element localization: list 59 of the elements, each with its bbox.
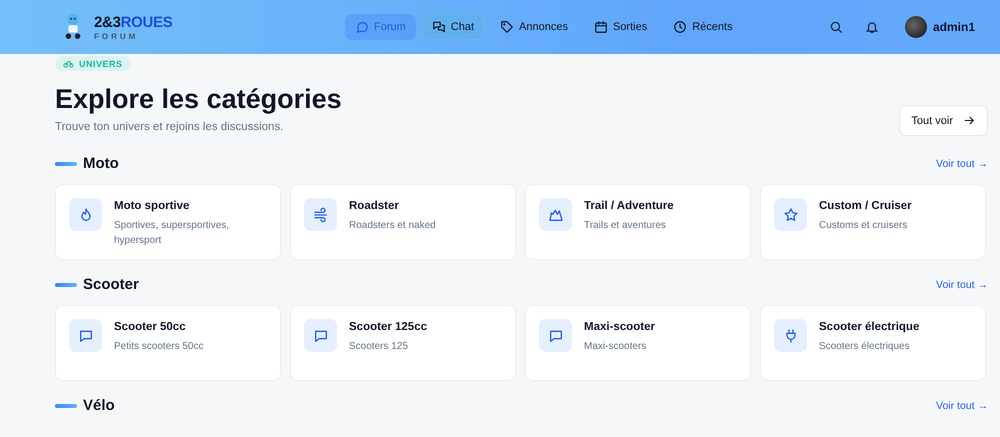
section-accent-bar (55, 282, 77, 286)
nav-tab[interactable]: Récents (663, 14, 743, 40)
category-description: Roadsters et naked (349, 219, 436, 233)
chat-bubble-icon (355, 20, 369, 34)
search-icon[interactable] (828, 20, 843, 34)
see-all-button[interactable]: Tout voir (899, 105, 988, 136)
category-card[interactable]: Roadster Roadsters et naked (290, 184, 516, 260)
section-title: Vélo (83, 397, 115, 414)
category-title: Custom / Cruiser (819, 200, 912, 212)
chat-icon (548, 328, 564, 344)
section-accent-bar (55, 404, 77, 408)
category-card[interactable]: Scooter 50cc Petits scooters 50cc (55, 305, 281, 381)
wind-icon (312, 206, 328, 222)
category-card[interactable]: Maxi-scooter Maxi-scooters (525, 305, 751, 381)
nav-tab[interactable]: Chat (422, 14, 484, 40)
category-description: Scooters 125 (349, 340, 409, 354)
category-description: Sportives, supersportives, hypersport (114, 219, 230, 248)
chat-bubbles-icon (432, 20, 446, 34)
arrow-right-icon (963, 114, 976, 127)
clock-icon (673, 20, 688, 34)
category-description: Customs et cruisers (819, 219, 908, 233)
category-description: Maxi-scooters (584, 340, 648, 354)
username[interactable]: admin1 (932, 20, 975, 34)
star-icon (782, 206, 798, 222)
page-subtitle: Trouve ton univers et rejoins les discussions. (55, 121, 284, 133)
category-title: Scooter électrique (819, 321, 920, 333)
section-badge: UNIVERS (55, 56, 131, 71)
category-title: Scooter 125cc (349, 321, 427, 333)
nav-tab[interactable]: Annonces (490, 14, 578, 40)
category-title: Moto sportive (114, 200, 190, 212)
section-accent-bar (55, 162, 77, 166)
category-card[interactable]: Trail / Adventure Trails et aventures (525, 184, 751, 260)
chat-icon (312, 328, 328, 344)
calendar-icon (594, 20, 608, 34)
chat-icon (78, 328, 94, 344)
category-description: Petits scooters 50cc (114, 340, 204, 354)
category-title: Scooter 50cc (114, 321, 187, 333)
category-description: Scooters électriques (819, 340, 911, 354)
category-description: Trails et aventures (584, 219, 667, 233)
category-card[interactable]: Moto sportive Sportives, supersportives, hypersport (55, 184, 281, 260)
page-title: Explore les catégories (55, 84, 342, 115)
category-title: Roadster (349, 200, 400, 212)
section-title: Moto (83, 155, 119, 172)
see-all-link[interactable]: Voir tout → (936, 158, 988, 170)
section-title: Scooter (83, 276, 139, 293)
bell-icon[interactable] (864, 20, 879, 34)
see-all-link[interactable]: Voir tout → (936, 278, 988, 290)
mountain-icon (548, 206, 564, 222)
avatar[interactable] (904, 16, 927, 38)
category-title: Trail / Adventure (584, 200, 674, 212)
category-title: Maxi-scooter (584, 321, 655, 333)
category-card[interactable]: Scooter électrique Scooters électriques (760, 305, 986, 381)
brand-subtitle: FORUM (94, 32, 140, 40)
category-card[interactable]: Scooter 125cc Scooters 125 (290, 305, 516, 381)
see-all-link[interactable]: Voir tout → (936, 400, 988, 412)
brand-name[interactable]: 2&3ROUES (94, 14, 172, 30)
category-card[interactable]: Custom / Cruiser Customs et cruisers (760, 184, 986, 260)
tag-icon (500, 20, 514, 34)
nav-tab[interactable]: Sorties (584, 14, 658, 40)
